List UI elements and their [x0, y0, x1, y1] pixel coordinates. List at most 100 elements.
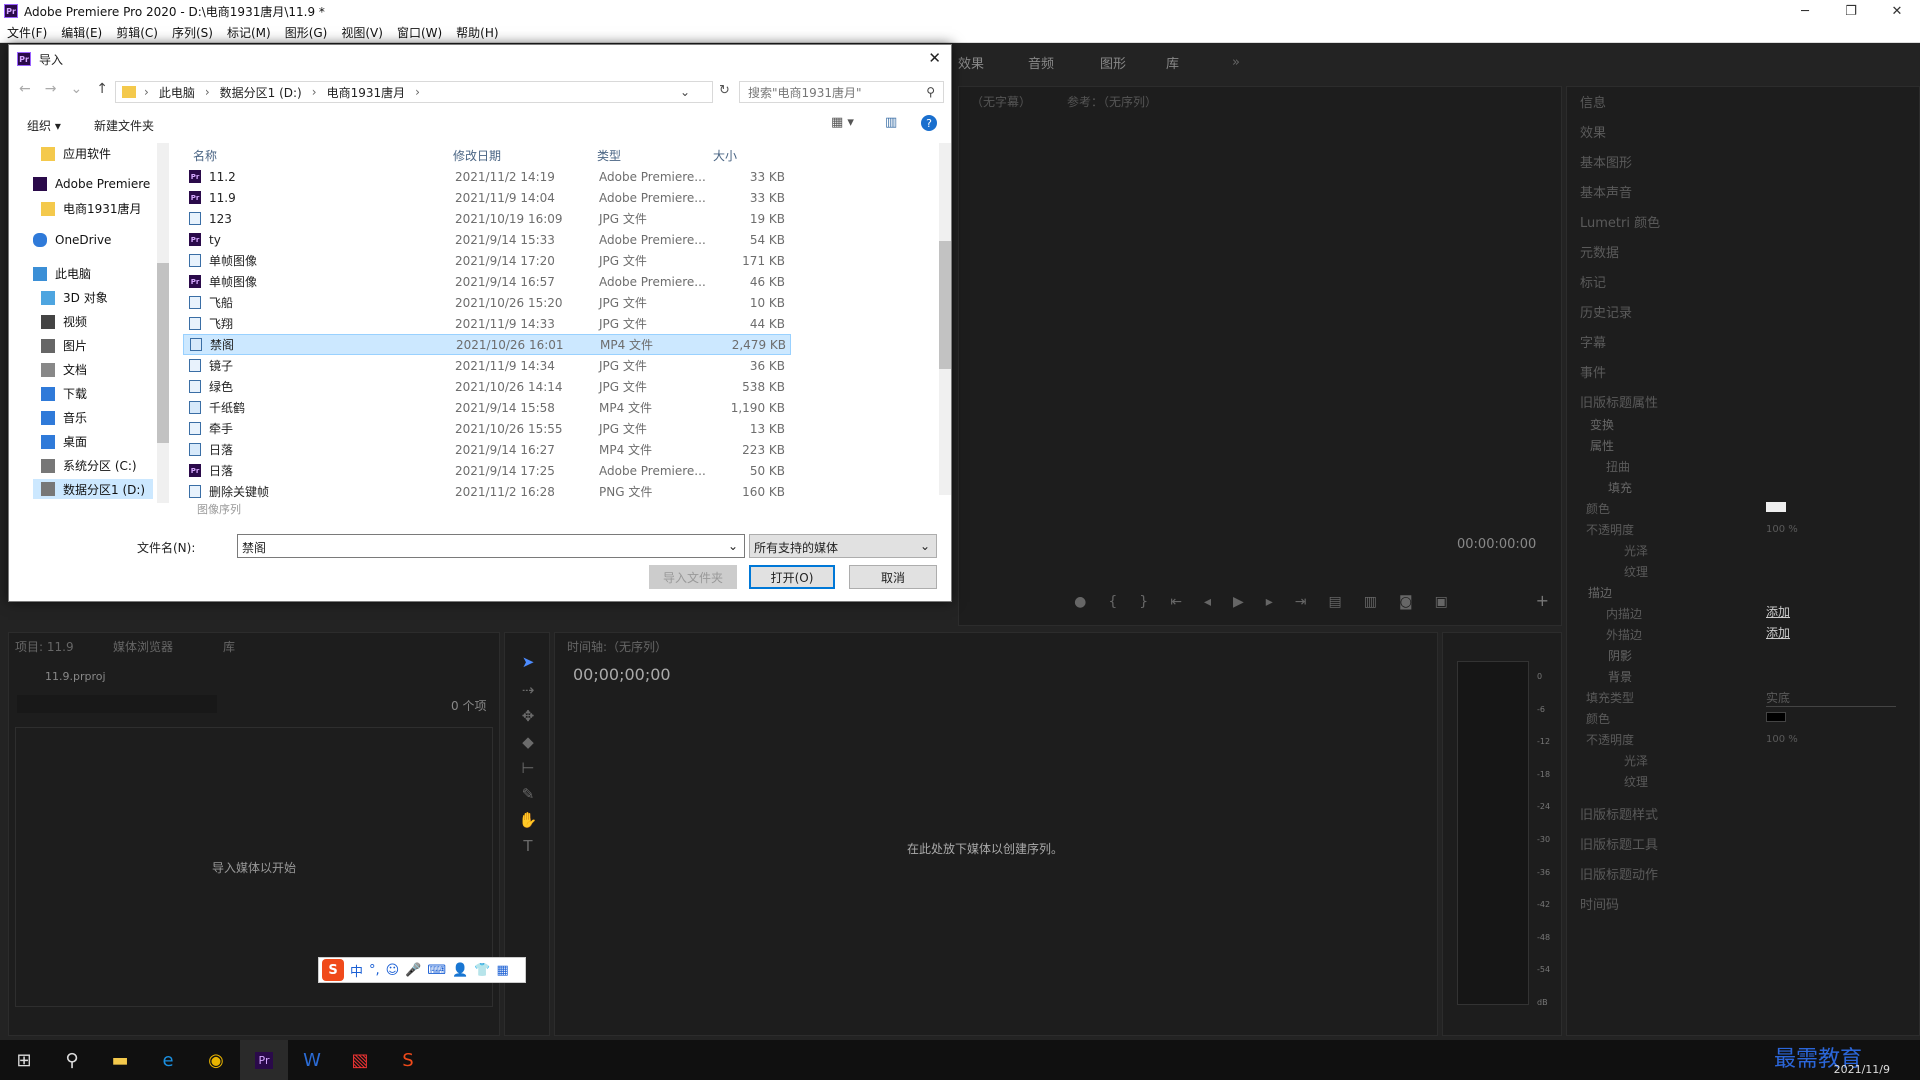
refresh-icon[interactable]: ↻ [719, 83, 730, 98]
address-dropdown-icon[interactable]: ⌄ [680, 85, 690, 99]
selection-tool-icon[interactable]: ➤ [517, 651, 539, 673]
sogou-icon[interactable]: S [322, 959, 344, 981]
menu-edit[interactable]: 编辑(E) [61, 24, 102, 41]
file-row[interactable]: Pr 日落 2021/9/14 17:25 Adobe Premiere... 50 K… [183, 460, 791, 481]
go-in-icon[interactable]: ⇤ [1170, 594, 1182, 610]
column-type[interactable]: 类型 [597, 147, 621, 164]
menu-help[interactable]: 帮助(H) [456, 24, 498, 41]
paint-icon[interactable]: ▧ [336, 1040, 384, 1080]
panel-essential-sound[interactable]: 基本声音 [1580, 182, 1632, 201]
dialog-close-button[interactable]: ✕ [928, 49, 941, 67]
go-out-icon[interactable]: ⇥ [1295, 594, 1307, 610]
ime-skin-icon[interactable]: 👕 [474, 963, 490, 978]
menu-markers[interactable]: 标记(M) [227, 24, 271, 41]
word-icon[interactable]: W [288, 1040, 336, 1080]
nav-item-drive-c[interactable]: 系统分区 (C:) [41, 457, 137, 474]
nav-item-onedrive[interactable]: OneDrive [33, 233, 111, 247]
back-arrow-icon[interactable]: ← [19, 81, 31, 97]
more-workspaces-icon[interactable]: » [1232, 55, 1240, 70]
column-size[interactable]: 大小 [713, 147, 737, 164]
legacy-distort[interactable]: 扭曲 [1606, 458, 1630, 475]
nav-item-3d[interactable]: 3D 对象 [41, 289, 108, 306]
legacy-bg-opacity-value[interactable]: 100 % [1766, 734, 1798, 745]
file-explorer-icon[interactable]: ▬ [96, 1040, 144, 1080]
panel-events[interactable]: 事件 [1580, 362, 1606, 381]
address-bar[interactable]: › 此电脑 › 数据分区1 (D:) › 电商1931唐月 › ⌄ [115, 81, 713, 103]
panel-effects[interactable]: 效果 [1580, 122, 1606, 141]
marker-icon[interactable]: ● [1074, 594, 1086, 610]
nav-item-folder[interactable]: 电商1931唐月 [41, 200, 142, 217]
panel-legacy-title-actions[interactable]: 旧版标题动作 [1580, 864, 1658, 883]
workspace-tab-effects[interactable]: 效果 [958, 53, 1028, 72]
menu-file[interactable]: 文件(F) [7, 24, 47, 41]
monitor-tab-reference[interactable]: 参考：（无序列） [1067, 93, 1157, 110]
panel-legacy-title-tools[interactable]: 旧版标题工具 [1580, 834, 1658, 853]
libraries-tab[interactable]: 库 [223, 638, 235, 655]
new-folder-button[interactable]: 新建文件夹 [94, 117, 154, 134]
compare-icon[interactable]: ▣ [1435, 594, 1448, 610]
timeline-tab[interactable]: 时间轴:（无序列） [567, 638, 667, 655]
menu-window[interactable]: 窗口(W) [397, 24, 442, 41]
file-row[interactable]: Pr ty 2021/9/14 15:33 Adobe Premiere... 54 K… [183, 229, 791, 250]
ime-user-icon[interactable]: 👤 [452, 963, 468, 978]
media-browser-tab[interactable]: 媒体浏览器 [113, 638, 173, 655]
legacy-strokes[interactable]: 描边 [1588, 584, 1612, 601]
file-scrollbar[interactable] [939, 143, 951, 495]
type-tool-icon[interactable]: T [517, 835, 539, 857]
project-search-input[interactable] [17, 695, 217, 713]
lift-icon[interactable]: ▤ [1329, 594, 1342, 610]
menu-view[interactable]: 视图(V) [341, 24, 383, 41]
file-row[interactable]: 删除关键帧 2021/11/2 16:28 PNG 文件 160 KB [183, 481, 791, 502]
legacy-shadow[interactable]: 阴影 [1608, 647, 1632, 664]
legacy-bg-sheen[interactable]: 光泽 [1624, 752, 1648, 769]
hand-tool-icon[interactable]: ✋ [517, 809, 539, 831]
ime-chinese-toggle[interactable]: 中 [350, 961, 363, 980]
track-select-tool-icon[interactable]: ⇢ [517, 679, 539, 701]
slip-tool-icon[interactable]: ⊢ [517, 757, 539, 779]
breadcrumb-this-pc[interactable]: 此电脑 [159, 84, 195, 101]
file-row[interactable]: 禁阁 2021/10/26 16:01 MP4 文件 2,479 KB [183, 334, 791, 355]
razor-tool-icon[interactable]: ◆ [517, 731, 539, 753]
menu-sequence[interactable]: 序列(S) [172, 24, 213, 41]
column-date[interactable]: 修改日期 [453, 147, 501, 164]
file-row[interactable]: 日落 2021/9/14 16:27 MP4 文件 223 KB [183, 439, 791, 460]
bg-color-swatch[interactable] [1766, 712, 1786, 722]
legacy-properties[interactable]: 属性 [1590, 437, 1614, 454]
ripple-edit-tool-icon[interactable]: ✥ [517, 705, 539, 727]
legacy-sheen[interactable]: 光泽 [1624, 542, 1648, 559]
nav-item-downloads[interactable]: 下载 [41, 385, 87, 402]
image-sequence-checkbox[interactable]: 图像序列 [197, 501, 241, 517]
panel-info[interactable]: 信息 [1580, 92, 1606, 111]
file-row[interactable]: Pr 11.9 2021/11/9 14:04 Adobe Premiere... 33… [183, 187, 791, 208]
add-outer-stroke-link[interactable]: 添加 [1766, 624, 1790, 641]
up-arrow-icon[interactable]: ↑ [96, 81, 108, 97]
panel-timecode[interactable]: 时间码 [1580, 894, 1619, 913]
import-folder-button[interactable]: 导入文件夹 [649, 565, 737, 589]
file-row[interactable]: 单帧图像 2021/9/14 17:20 JPG 文件 171 KB [183, 250, 791, 271]
ime-voice-icon[interactable]: 🎤 [405, 963, 421, 978]
legacy-outer-stroke[interactable]: 外描边 [1606, 626, 1642, 643]
file-row[interactable]: 飞船 2021/10/26 15:20 JPG 文件 10 KB [183, 292, 791, 313]
in-point-icon[interactable]: { [1108, 594, 1117, 610]
project-tab[interactable]: 项目: 11.9 [15, 638, 74, 655]
premiere-taskbar-icon[interactable]: Pr [240, 1040, 288, 1080]
monitor-tab-captions[interactable]: （无字幕） [971, 93, 1031, 110]
fill-color-swatch[interactable] [1766, 502, 1786, 512]
extract-icon[interactable]: ▥ [1364, 594, 1377, 610]
maximize-button[interactable]: ❐ [1828, 0, 1874, 22]
menu-clip[interactable]: 剪辑(C) [116, 24, 158, 41]
ime-punctuation-toggle[interactable]: °, [369, 963, 380, 978]
file-row[interactable]: 飞翔 2021/11/9 14:33 JPG 文件 44 KB [183, 313, 791, 334]
view-options-icon[interactable]: ▦ ▾ [831, 115, 854, 130]
file-row[interactable]: Pr 单帧图像 2021/9/14 16:57 Adobe Premiere... 46… [183, 271, 791, 292]
panel-legacy-title-properties[interactable]: 旧版标题属性 [1580, 392, 1658, 411]
out-point-icon[interactable]: } [1139, 594, 1148, 610]
pen-tool-icon[interactable]: ✎ [517, 783, 539, 805]
organize-button[interactable]: 组织 ▾ [27, 117, 61, 134]
breadcrumb-folder[interactable]: 电商1931唐月 [327, 84, 406, 101]
open-button[interactable]: 打开(O) [749, 565, 835, 589]
nav-item-desktop[interactable]: 桌面 [41, 433, 87, 450]
panel-lumetri[interactable]: Lumetri 颜色 [1580, 212, 1660, 231]
legacy-transform[interactable]: 变换 [1590, 416, 1614, 433]
edge-icon[interactable]: e [144, 1040, 192, 1080]
